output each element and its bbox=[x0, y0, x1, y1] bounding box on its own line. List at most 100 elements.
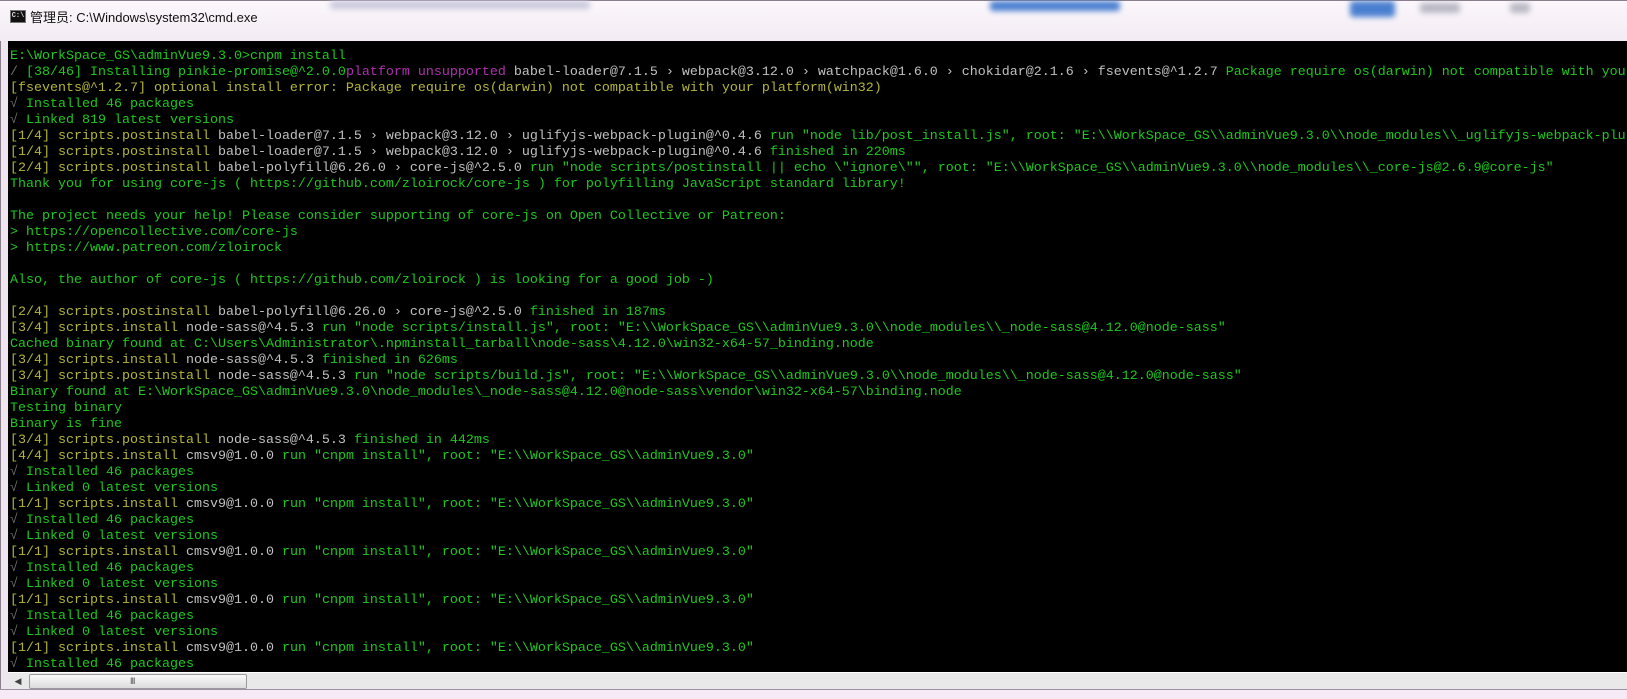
terminal-text-segment: [1/1] scripts.install bbox=[10, 593, 186, 608]
terminal-text-segment: Installed 46 packages bbox=[26, 465, 194, 480]
terminal-text-segment: [3/4] scripts.install bbox=[10, 353, 186, 368]
terminal-text-segment: [3/4] scripts.install bbox=[10, 321, 186, 336]
background-blur-decoration bbox=[1510, 3, 1530, 13]
terminal-text-segment: platform unsupported bbox=[345, 65, 514, 80]
scroll-left-arrow-icon[interactable]: ◀ bbox=[10, 675, 26, 687]
terminal-text-segment: babel-loader@7.1.5 › webpack@3.12.0 › wa… bbox=[513, 65, 1226, 80]
terminal-line: √ Installed 46 packages bbox=[10, 561, 1627, 577]
terminal-text-segment: Also, the author of core-js ( https://gi… bbox=[10, 273, 714, 288]
terminal-line: [2/4] scripts.postinstall babel-polyfill… bbox=[10, 305, 1627, 321]
terminal-text-segment: [4/4] scripts.install bbox=[10, 449, 186, 464]
terminal-text-segment: node-sass@^4.5.3 bbox=[185, 353, 322, 368]
terminal-line: [fsevents@^1.2.7] optional install error… bbox=[10, 81, 1627, 97]
terminal-line: √ Installed 46 packages bbox=[10, 609, 1627, 625]
title-bar[interactable]: C:\ 管理员: C:\Windows\system32\cmd.exe bbox=[0, 0, 1627, 41]
terminal-text-segment: Installed 46 packages bbox=[26, 609, 194, 624]
terminal-text-segment: cmsv9@1.0.0 bbox=[185, 593, 282, 608]
terminal-text-segment: run "node scripts/install.js", root: "E:… bbox=[321, 321, 1226, 336]
terminal-line: [3/4] scripts.install node-sass@^4.5.3 f… bbox=[10, 353, 1627, 369]
terminal-text-segment: [fsevents@^1.2.7] optional install error… bbox=[10, 81, 882, 96]
terminal-line: √ Installed 46 packages bbox=[10, 513, 1627, 529]
terminal-text-segment: > https://www.patreon.com/zloirock bbox=[10, 241, 282, 256]
terminal-text-segment: cmsv9@1.0.0 bbox=[185, 449, 282, 464]
terminal-line: √ Linked 0 latest versions bbox=[10, 529, 1627, 545]
terminal-line: √ Linked 0 latest versions bbox=[10, 481, 1627, 497]
terminal-output[interactable]: E:\WorkSpace_GS\adminVue9.3.0>cnpm insta… bbox=[8, 41, 1627, 672]
terminal-text-segment: run "cnpm install", root: "E:\\WorkSpace… bbox=[281, 593, 754, 608]
terminal-line: [1/1] scripts.install cmsv9@1.0.0 run "c… bbox=[10, 497, 1627, 513]
terminal-text-segment: √ bbox=[10, 577, 26, 592]
terminal-text-segment: [1/1] scripts.install bbox=[10, 641, 186, 656]
terminal-line: / [38/46] Installing pinkie-promise@^2.0… bbox=[10, 65, 1627, 81]
terminal-text-segment: √ bbox=[10, 561, 26, 576]
terminal-line: Binary is fine bbox=[10, 417, 1627, 433]
terminal-text-segment: babel-polyfill@6.26.0 › core-js@^2.5.0 bbox=[217, 305, 530, 320]
terminal-text-segment: [38/46] Installing pinkie-promise@^2.0.0 bbox=[26, 65, 346, 80]
terminal-text-segment: run "cnpm install", root: "E:\\WorkSpace… bbox=[281, 545, 754, 560]
terminal-text-segment: √ bbox=[10, 529, 26, 544]
terminal-text-segment: Installed 46 packages bbox=[26, 561, 194, 576]
terminal-text-segment: Installed 46 packages bbox=[26, 513, 194, 528]
terminal-text-segment: Binary found at E:\WorkSpace_GS\adminVue… bbox=[10, 385, 962, 400]
terminal-text-segment: √ bbox=[10, 97, 26, 112]
terminal-text-segment: Installed 46 packages bbox=[26, 657, 194, 672]
terminal-text-segment: babel-polyfill@6.26.0 › core-js@^2.5.0 bbox=[217, 161, 530, 176]
terminal-line: [3/4] scripts.install node-sass@^4.5.3 r… bbox=[10, 321, 1627, 337]
terminal-text-segment: √ bbox=[10, 513, 26, 528]
terminal-text-segment: run "node scripts/postinstall || echo \"… bbox=[529, 161, 1554, 176]
terminal-text-segment: Testing binary bbox=[10, 401, 122, 416]
terminal-text-segment: Cached binary found at C:\Users\Administ… bbox=[10, 337, 874, 352]
terminal-text-segment: cmsv9@1.0.0 bbox=[185, 641, 282, 656]
terminal-text-segment: run "cnpm install", root: "E:\\WorkSpace… bbox=[281, 641, 754, 656]
terminal-line: Testing binary bbox=[10, 401, 1627, 417]
terminal-text-segment: cmsv9@1.0.0 bbox=[185, 545, 282, 560]
terminal-text-segment: E:\WorkSpace_GS\adminVue9.3.0>cnpm insta… bbox=[10, 49, 346, 64]
terminal-text-segment: Linked 0 latest versions bbox=[26, 481, 218, 496]
window-frame-left bbox=[0, 41, 8, 689]
terminal-text-segment: babel-loader@7.1.5 › webpack@3.12.0 › ug… bbox=[217, 129, 770, 144]
horizontal-scrollbar[interactable]: ◀ III bbox=[8, 672, 1627, 689]
terminal-text-segment: √ bbox=[10, 609, 26, 624]
terminal-line: [3/4] scripts.postinstall node-sass@^4.5… bbox=[10, 369, 1627, 385]
terminal-text-segment: run "cnpm install", root: "E:\\WorkSpace… bbox=[281, 497, 754, 512]
grip-icon: III bbox=[130, 676, 135, 686]
terminal-text-segment: run "node scripts/build.js", root: "E:\\… bbox=[353, 369, 1242, 384]
terminal-text-segment: node-sass@^4.5.3 bbox=[185, 321, 322, 336]
background-blur-decoration bbox=[1420, 3, 1460, 13]
terminal-line: [1/1] scripts.install cmsv9@1.0.0 run "c… bbox=[10, 593, 1627, 609]
terminal-line: > https://opencollective.com/core-js bbox=[10, 225, 1627, 241]
terminal-line: [1/1] scripts.install cmsv9@1.0.0 run "c… bbox=[10, 641, 1627, 657]
terminal-text-segment: √ bbox=[10, 625, 26, 640]
terminal-line: √ Installed 46 packages bbox=[10, 465, 1627, 481]
background-blur-decoration bbox=[330, 1, 590, 9]
terminal-line: [4/4] scripts.install cmsv9@1.0.0 run "c… bbox=[10, 449, 1627, 465]
terminal-line: [1/1] scripts.install cmsv9@1.0.0 run "c… bbox=[10, 545, 1627, 561]
terminal-text-segment: [3/4] scripts.postinstall bbox=[10, 433, 218, 448]
terminal-text-segment: finished in 220ms bbox=[769, 145, 906, 160]
terminal-line: [3/4] scripts.postinstall node-sass@^4.5… bbox=[10, 433, 1627, 449]
scrollbar-thumb[interactable]: III bbox=[29, 674, 247, 689]
terminal-text-segment: Binary is fine bbox=[10, 417, 122, 432]
window-frame-bottom bbox=[0, 689, 1627, 699]
terminal-text-segment: Thank you for using core-js ( https://gi… bbox=[10, 177, 906, 192]
terminal-text-segment: Linked 819 latest versions bbox=[26, 113, 234, 128]
terminal-line: [2/4] scripts.postinstall babel-polyfill… bbox=[10, 161, 1627, 177]
terminal-text-segment: finished in 187ms bbox=[529, 305, 666, 320]
terminal-text-segment: [1/1] scripts.install bbox=[10, 545, 186, 560]
terminal-text-segment: [2/4] scripts.postinstall bbox=[10, 305, 218, 320]
terminal-line: > https://www.patreon.com/zloirock bbox=[10, 241, 1627, 257]
terminal-text-segment: √ bbox=[10, 481, 26, 496]
terminal-text-segment: Linked 0 latest versions bbox=[26, 529, 218, 544]
terminal-text-segment: √ bbox=[10, 465, 26, 480]
terminal-lines: E:\WorkSpace_GS\adminVue9.3.0>cnpm insta… bbox=[10, 49, 1627, 672]
terminal-text-segment: / bbox=[10, 65, 26, 80]
terminal-text-segment: node-sass@^4.5.3 bbox=[217, 369, 354, 384]
terminal-text-segment: > https://opencollective.com/core-js bbox=[10, 225, 298, 240]
terminal-line: [1/4] scripts.postinstall babel-loader@7… bbox=[10, 145, 1627, 161]
terminal-text-segment: [3/4] scripts.postinstall bbox=[10, 369, 218, 384]
terminal-text-segment: finished in 626ms bbox=[321, 353, 458, 368]
terminal-line: Binary found at E:\WorkSpace_GS\adminVue… bbox=[10, 385, 1627, 401]
terminal-line: [1/4] scripts.postinstall babel-loader@7… bbox=[10, 129, 1627, 145]
